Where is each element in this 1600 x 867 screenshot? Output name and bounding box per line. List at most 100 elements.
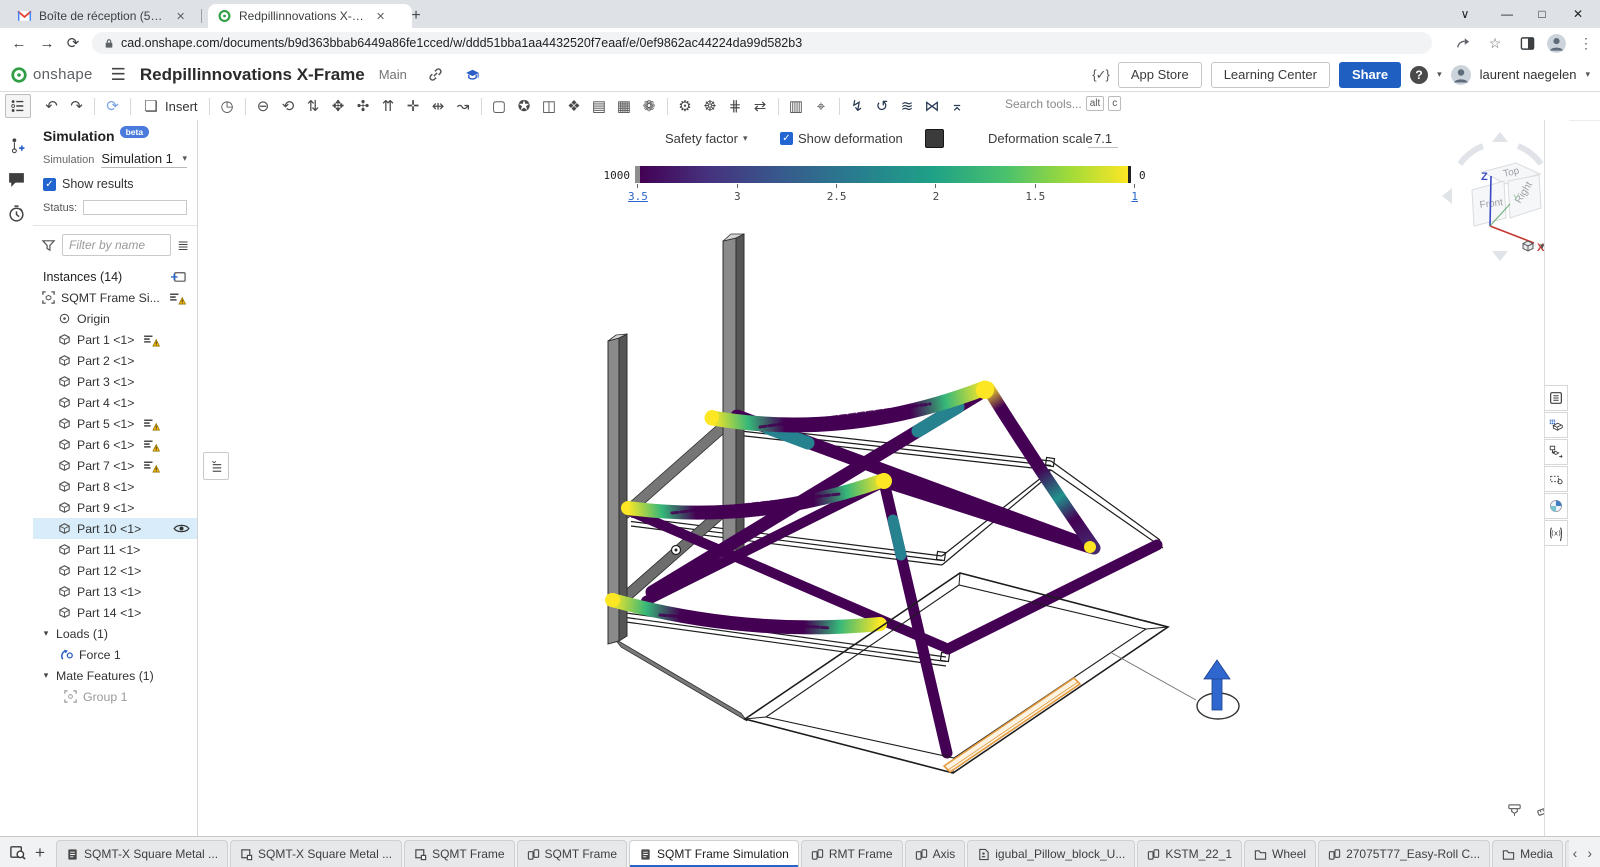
relations-icon[interactable]: ⚙	[673, 97, 698, 115]
search-tools[interactable]: Search tools... alt c	[1005, 96, 1121, 111]
sim-bearing-load-icon[interactable]: ⋈	[920, 97, 945, 115]
pattern-icon[interactable]: ❖	[562, 97, 587, 115]
back-button[interactable]: ←	[8, 33, 30, 53]
browser-menu-icon[interactable]: ⋮	[1575, 33, 1597, 53]
browser-tab-onshape[interactable]: Redpillinnovations X-Frame | SQ ✕	[208, 4, 412, 28]
document-tab[interactable]: SQMT Frame	[517, 840, 627, 867]
app-store-button[interactable]: App Store	[1118, 62, 1202, 88]
document-tab[interactable]: igubal_Pillow_block_U...	[967, 840, 1135, 867]
workspace-branch[interactable]: Main	[379, 67, 407, 82]
tab-close-icon[interactable]: ✕	[376, 10, 385, 23]
undo-icon[interactable]: ↶	[39, 97, 64, 115]
scale-tick[interactable]: 3.5	[628, 184, 648, 203]
simulation-model[interactable]	[198, 120, 1544, 836]
instance-part[interactable]: Part 3 <1>	[33, 371, 197, 392]
document-tab[interactable]: KSTM_22_1	[1137, 840, 1242, 867]
instance-part[interactable]: Part 11 <1>	[33, 539, 197, 560]
document-title[interactable]: Redpillinnovations X-Frame	[140, 65, 365, 85]
scroll-tabs-right[interactable]: ›	[1587, 845, 1592, 861]
instance-part[interactable]: Part 4 <1>	[33, 392, 197, 413]
gear-relation-icon[interactable]: ☸	[698, 97, 723, 115]
export-panel-button[interactable]	[1545, 439, 1568, 465]
group-icon[interactable]: ▢	[487, 97, 512, 115]
window-profile-chevron[interactable]: ∨	[1447, 0, 1483, 28]
instance-part[interactable]: Part 5 <1>	[33, 413, 197, 434]
appearance-panel-button[interactable]	[1545, 493, 1568, 519]
limit-mate-icon[interactable]: ⇹	[426, 97, 451, 115]
slider-mate-icon[interactable]: ⇅	[301, 97, 326, 115]
tab-close-icon[interactable]: ✕	[176, 10, 185, 23]
document-tab[interactable]: SQMT Frame	[404, 840, 514, 867]
insert-button[interactable]: ❏Insert	[136, 97, 204, 115]
show-deformation-checkbox[interactable]: ✓ Show deformation	[780, 131, 903, 146]
main-menu-icon[interactable]: ☰	[111, 65, 126, 85]
filter-icon[interactable]	[41, 238, 56, 253]
snapshot-icon[interactable]: ▤	[587, 97, 612, 115]
simulation-select[interactable]: Simulation Simulation 1▾	[33, 147, 197, 170]
planar-mate-icon[interactable]: ✥	[326, 97, 351, 115]
manage-tabs-button[interactable]	[6, 840, 28, 864]
instance-part[interactable]: Part 8 <1>	[33, 476, 197, 497]
address-bar[interactable]: cad.onshape.com/documents/b9d363bbab6449…	[92, 32, 1432, 54]
force-load-arrow[interactable]	[1110, 652, 1239, 719]
mate-connector-icon[interactable]: ✪	[512, 97, 537, 115]
feature-list-panel-button[interactable]	[1545, 385, 1568, 411]
mate-group-item[interactable]: Group 1	[33, 686, 197, 707]
bookmark-star-icon[interactable]: ☆	[1484, 33, 1506, 53]
scale-tick[interactable]: 1	[1131, 184, 1138, 203]
forward-button[interactable]: →	[36, 33, 58, 53]
load-force-item[interactable]: Force 1	[33, 644, 197, 665]
share-button[interactable]: Share	[1339, 62, 1401, 88]
sim-force-load-icon[interactable]: ↯	[845, 97, 870, 115]
instance-origin[interactable]: Origin	[33, 308, 197, 329]
history-icon[interactable]	[7, 204, 26, 223]
structure-panel-toggle[interactable]	[5, 94, 31, 118]
show-results-checkbox[interactable]: ✓ Show results	[33, 170, 197, 193]
named-positions-icon[interactable]: ◷	[215, 97, 240, 115]
result-color-scale[interactable]	[635, 166, 1131, 183]
view-options-button[interactable]: ▾	[1520, 238, 1544, 254]
instance-part[interactable]: Part 7 <1>	[33, 455, 197, 476]
measure-icon[interactable]	[1536, 802, 1544, 819]
browser-avatar[interactable]	[1545, 33, 1567, 53]
side-panel-icon[interactable]	[1516, 33, 1538, 53]
mate-connector-marker[interactable]	[672, 546, 681, 555]
visibility-eye-icon[interactable]	[173, 523, 190, 534]
education-icon[interactable]	[464, 66, 481, 83]
window-minimize-button[interactable]: —	[1489, 0, 1525, 28]
new-tab-button[interactable]: +	[404, 4, 428, 28]
document-tab[interactable]: Wheel	[1244, 840, 1316, 867]
sim-pressure-load-icon[interactable]: ≋	[895, 97, 920, 115]
selected-part-highlight[interactable]	[944, 678, 1080, 772]
link-icon[interactable]	[427, 66, 444, 83]
browser-tab-gmail[interactable]: Boîte de réception (542) - lauren ✕	[8, 4, 218, 28]
versions-icon[interactable]	[7, 136, 26, 155]
tangent-mate-icon[interactable]: ↝	[451, 97, 476, 115]
instance-part[interactable]: Part 9 <1>	[33, 497, 197, 518]
instance-part[interactable]: Part 6 <1>	[33, 434, 197, 455]
document-tab[interactable]: SQMT-X Square Metal ...	[56, 840, 228, 867]
screw-relation-icon[interactable]: ⇄	[748, 97, 773, 115]
instance-part[interactable]: Part 1 <1>	[33, 329, 197, 350]
mate-icon[interactable]: ⊖	[251, 97, 276, 115]
reload-button[interactable]: ⟳	[62, 33, 84, 53]
instance-part[interactable]: Part 13 <1>	[33, 581, 197, 602]
panel-collapse-handle[interactable]	[203, 452, 229, 480]
bom-panel-button[interactable]	[1545, 412, 1568, 438]
learning-center-button[interactable]: Learning Center	[1211, 62, 1330, 88]
document-tab[interactable]: Impo	[1565, 840, 1569, 867]
graphics-area[interactable]: Safety factor ▾ ✓ Show deformation Defor…	[198, 120, 1544, 836]
measure-icon[interactable]: ⌖	[809, 98, 834, 115]
named-views-panel-button[interactable]	[1545, 466, 1568, 492]
instance-part[interactable]: Part 12 <1>	[33, 560, 197, 581]
help-button[interactable]: ?	[1410, 66, 1428, 84]
window-close-button[interactable]: ✕	[1560, 0, 1596, 28]
deformation-scale-input[interactable]: 7.1	[1088, 131, 1118, 148]
comments-icon[interactable]	[7, 170, 26, 189]
list-view-icon[interactable]: ≣	[177, 237, 189, 254]
user-name[interactable]: laurent naegelen	[1480, 67, 1577, 82]
revolute-mate-icon[interactable]: ⟲	[276, 97, 301, 115]
dev-api-icon[interactable]: {✓}	[1092, 67, 1109, 83]
rack-relation-icon[interactable]: ⋕	[723, 97, 748, 115]
display-states-icon[interactable]: ▦	[612, 97, 637, 115]
